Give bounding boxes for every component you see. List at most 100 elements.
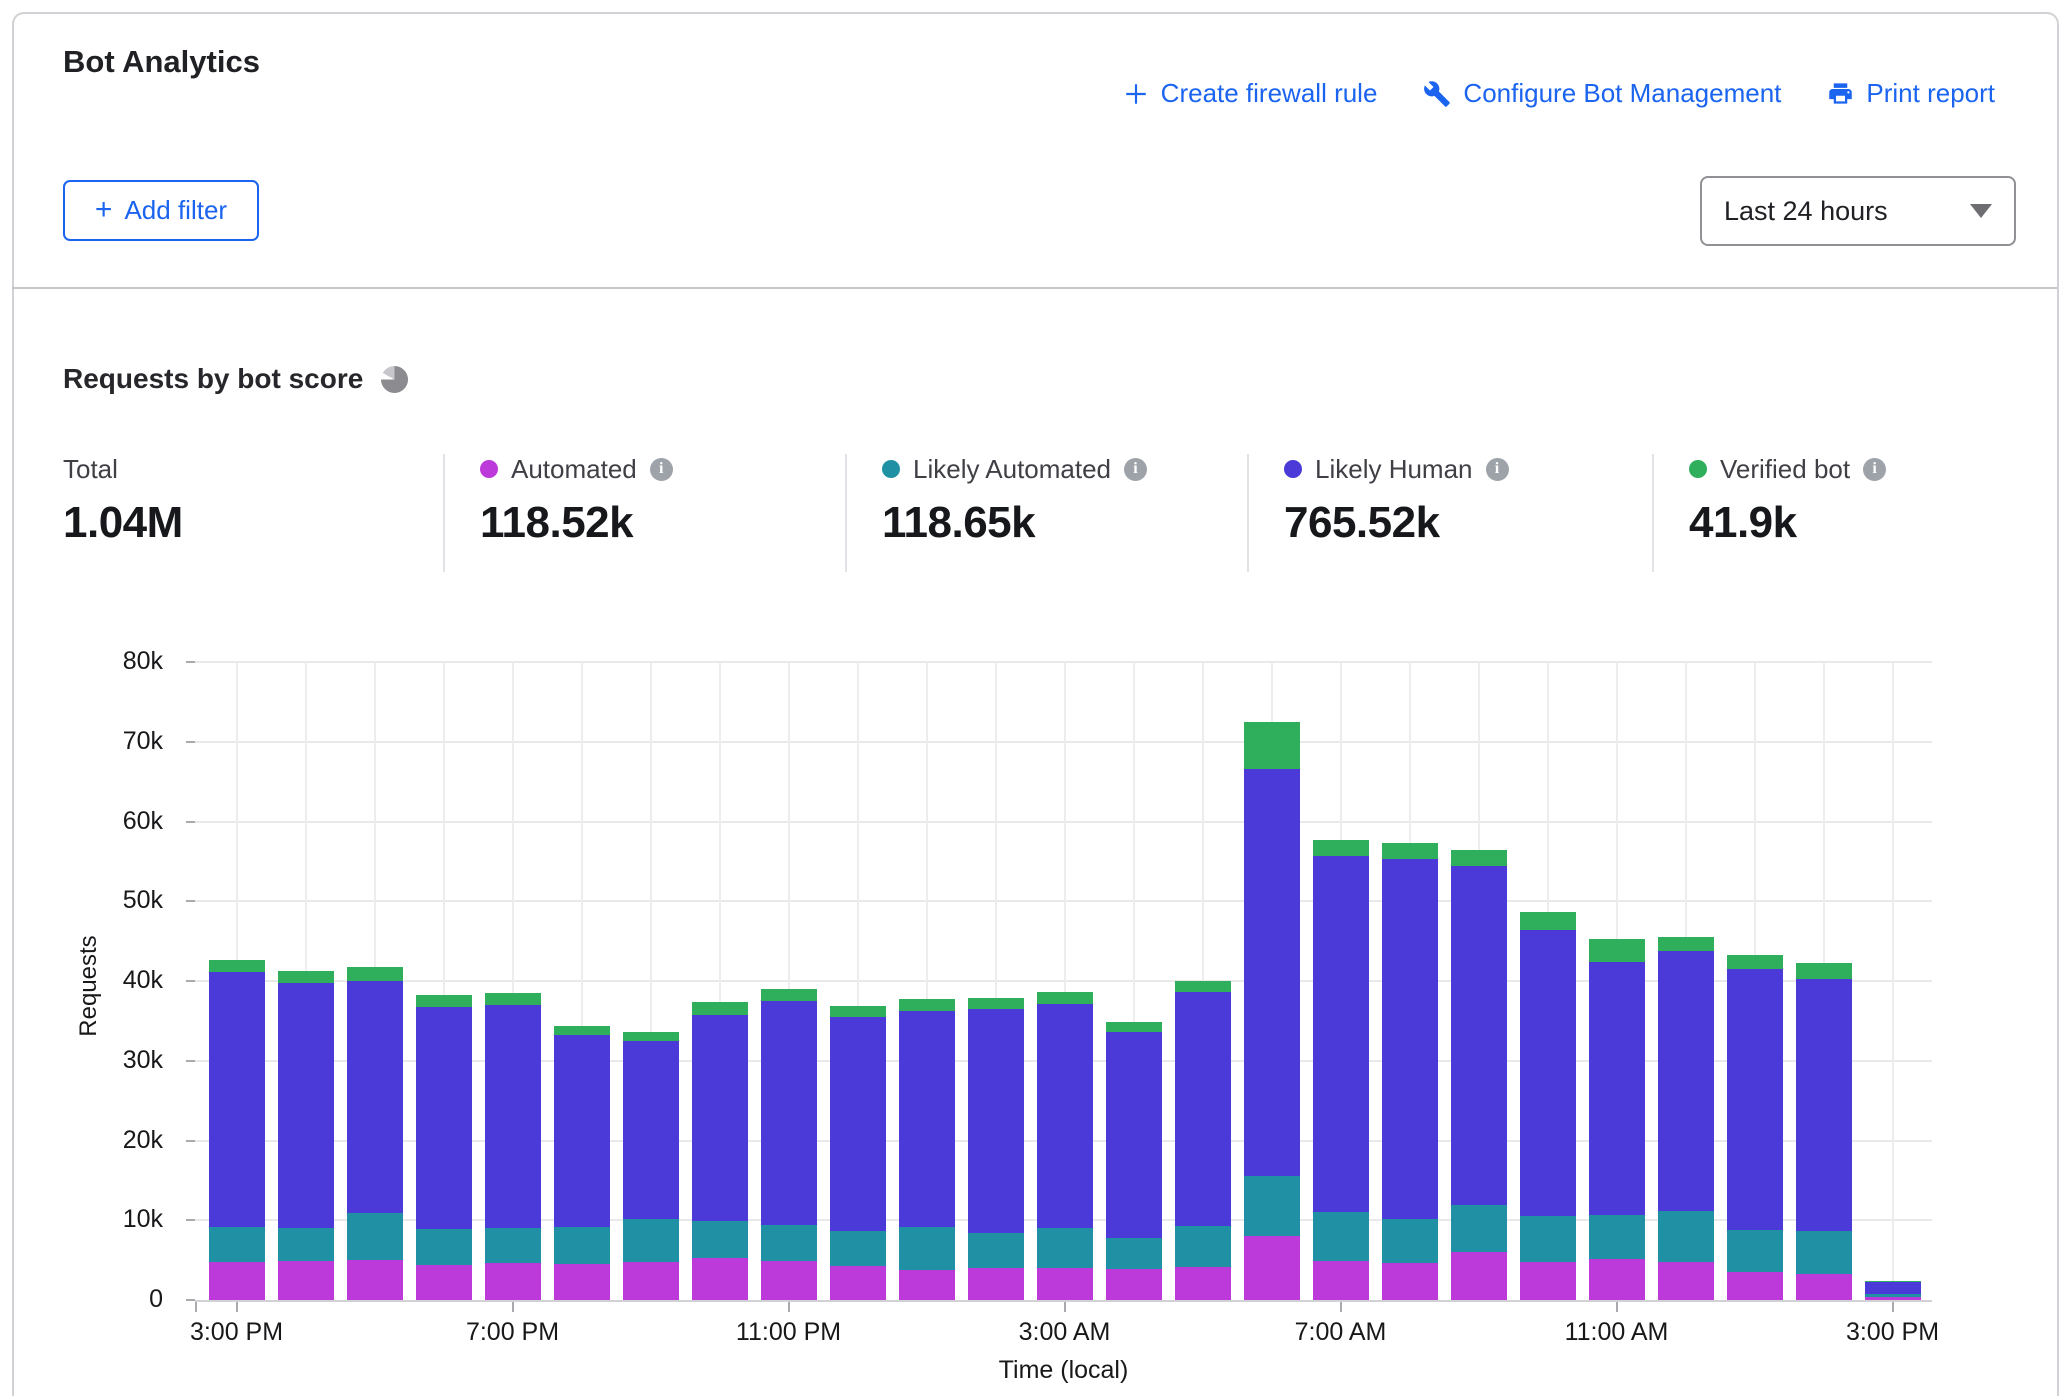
bar-segment-verified-bot	[899, 999, 955, 1012]
chevron-down-icon	[1970, 204, 1992, 218]
page-title: Bot Analytics	[63, 44, 260, 80]
likely-automated-legend-dot	[882, 460, 900, 478]
configure-bot-management-link[interactable]: Configure Bot Management	[1423, 78, 1781, 109]
bar-segment-verified-bot	[1520, 912, 1576, 930]
stat-likely-human-value: 765.52k	[1284, 498, 1509, 548]
bar-segment-automated	[1382, 1263, 1438, 1300]
bar-6-00-pm[interactable]	[416, 995, 472, 1300]
bar-segment-verified-bot	[1106, 1022, 1162, 1032]
bar-segment-automated	[416, 1265, 472, 1300]
bar-segment-likely-human	[692, 1015, 748, 1222]
print-report-label: Print report	[1866, 78, 1995, 109]
stat-automated-label: Automated	[511, 454, 637, 485]
stat-total-value: 1.04M	[63, 498, 183, 548]
bar-segment-verified-bot	[1658, 937, 1714, 951]
configure-bot-management-label: Configure Bot Management	[1463, 78, 1781, 109]
bar-segment-automated	[554, 1264, 610, 1300]
stat-likely-automated-value: 118.65k	[882, 498, 1147, 548]
bar-segment-likely-automated	[1037, 1228, 1093, 1268]
stat-divider	[1652, 454, 1654, 572]
bar-7-00-pm[interactable]	[485, 993, 541, 1300]
info-icon[interactable]: i	[1486, 458, 1509, 481]
bar-segment-likely-automated	[1244, 1176, 1300, 1236]
bar-segment-verified-bot	[968, 998, 1024, 1009]
header-actions: Create firewall rule Configure Bot Manag…	[1123, 78, 1995, 109]
bar-segment-automated	[1520, 1262, 1576, 1300]
bar-segment-verified-bot	[554, 1026, 610, 1036]
bar-segment-likely-automated	[1313, 1212, 1369, 1261]
bar-6-00-am[interactable]	[1244, 722, 1300, 1300]
bar-3-00-am[interactable]	[1037, 992, 1093, 1300]
add-filter-label: Add filter	[124, 195, 227, 226]
bar-segment-likely-human	[1727, 969, 1783, 1230]
bar-2-00-pm[interactable]	[1796, 963, 1852, 1300]
add-filter-button[interactable]: + Add filter	[63, 180, 259, 241]
bar-segment-likely-automated	[347, 1213, 403, 1260]
bar-segment-likely-human	[761, 1001, 817, 1225]
bar-12-00-pm[interactable]	[1658, 937, 1714, 1300]
stat-verified-bot-value: 41.9k	[1689, 498, 1886, 548]
printer-icon	[1827, 80, 1854, 107]
bar-segment-automated	[830, 1266, 886, 1300]
bar-segment-likely-automated	[692, 1221, 748, 1258]
bar-segment-likely-human	[623, 1041, 679, 1220]
info-icon[interactable]: i	[1124, 458, 1147, 481]
bar-segment-verified-bot	[1451, 850, 1507, 866]
bar-segment-likely-automated	[968, 1233, 1024, 1268]
bar-8-00-pm[interactable]	[554, 1026, 610, 1300]
bar-5-00-pm[interactable]	[347, 967, 403, 1300]
bar-5-00-am[interactable]	[1175, 981, 1231, 1300]
info-icon[interactable]: i	[650, 458, 673, 481]
bar-segment-likely-automated	[1451, 1205, 1507, 1252]
bar-segment-verified-bot	[830, 1006, 886, 1017]
stat-total: Total 1.04M	[63, 452, 183, 548]
bar-7-00-am[interactable]	[1313, 840, 1369, 1300]
print-report-link[interactable]: Print report	[1827, 78, 1995, 109]
bar-segment-verified-bot	[1382, 843, 1438, 859]
bar-segment-likely-human	[347, 981, 403, 1213]
bar-3-00-pm[interactable]	[1865, 1281, 1921, 1300]
bar-2-00-am[interactable]	[968, 998, 1024, 1300]
bar-segment-likely-human	[830, 1017, 886, 1231]
stat-likely-human: Likely Human i 765.52k	[1284, 452, 1509, 548]
bar-segment-verified-bot	[416, 995, 472, 1007]
bar-segment-likely-human	[1658, 951, 1714, 1212]
bar-segment-automated	[347, 1260, 403, 1300]
bar-10-00-pm[interactable]	[692, 1002, 748, 1300]
bar-8-00-am[interactable]	[1382, 843, 1438, 1300]
bar-segment-verified-bot	[278, 971, 334, 983]
bar-9-00-pm[interactable]	[623, 1032, 679, 1300]
bar-segment-likely-human	[1175, 992, 1231, 1226]
info-icon[interactable]: i	[1863, 458, 1886, 481]
bar-10-00-am[interactable]	[1520, 912, 1576, 1300]
bar-segment-likely-automated	[1520, 1216, 1576, 1261]
time-range-value: Last 24 hours	[1724, 196, 1970, 227]
bar-segment-likely-human	[1106, 1032, 1162, 1238]
bar-segment-likely-human	[485, 1005, 541, 1228]
bar-segment-verified-bot	[1796, 963, 1852, 979]
bar-segment-likely-human	[1313, 856, 1369, 1212]
bar-4-00-pm[interactable]	[278, 971, 334, 1300]
bar-4-00-am[interactable]	[1106, 1022, 1162, 1300]
bar-1-00-am[interactable]	[899, 999, 955, 1300]
create-firewall-rule-link[interactable]: Create firewall rule	[1123, 78, 1378, 109]
bar-segment-likely-automated	[278, 1228, 334, 1261]
plus-icon: +	[95, 195, 113, 225]
bar-1-00-pm[interactable]	[1727, 955, 1783, 1300]
bar-12-00-am[interactable]	[830, 1006, 886, 1300]
bar-3-00-pm[interactable]	[209, 959, 265, 1300]
pie-chart-icon	[381, 366, 408, 393]
bar-segment-automated	[1451, 1252, 1507, 1300]
stat-total-label: Total	[63, 454, 118, 485]
bar-segment-likely-automated	[1727, 1230, 1783, 1272]
bar-segment-likely-human	[209, 972, 265, 1226]
bar-segment-likely-human	[899, 1011, 955, 1227]
bar-9-00-am[interactable]	[1451, 850, 1507, 1300]
bar-segment-likely-human	[1865, 1282, 1921, 1295]
bar-11-00-pm[interactable]	[761, 989, 817, 1300]
stat-divider	[845, 454, 847, 572]
bar-segment-automated	[1037, 1268, 1093, 1300]
time-range-dropdown[interactable]: Last 24 hours	[1700, 176, 2016, 246]
stats-row: Total 1.04M Automated i 118.52k Likely A…	[0, 452, 2070, 577]
bar-11-00-am[interactable]	[1589, 939, 1645, 1300]
